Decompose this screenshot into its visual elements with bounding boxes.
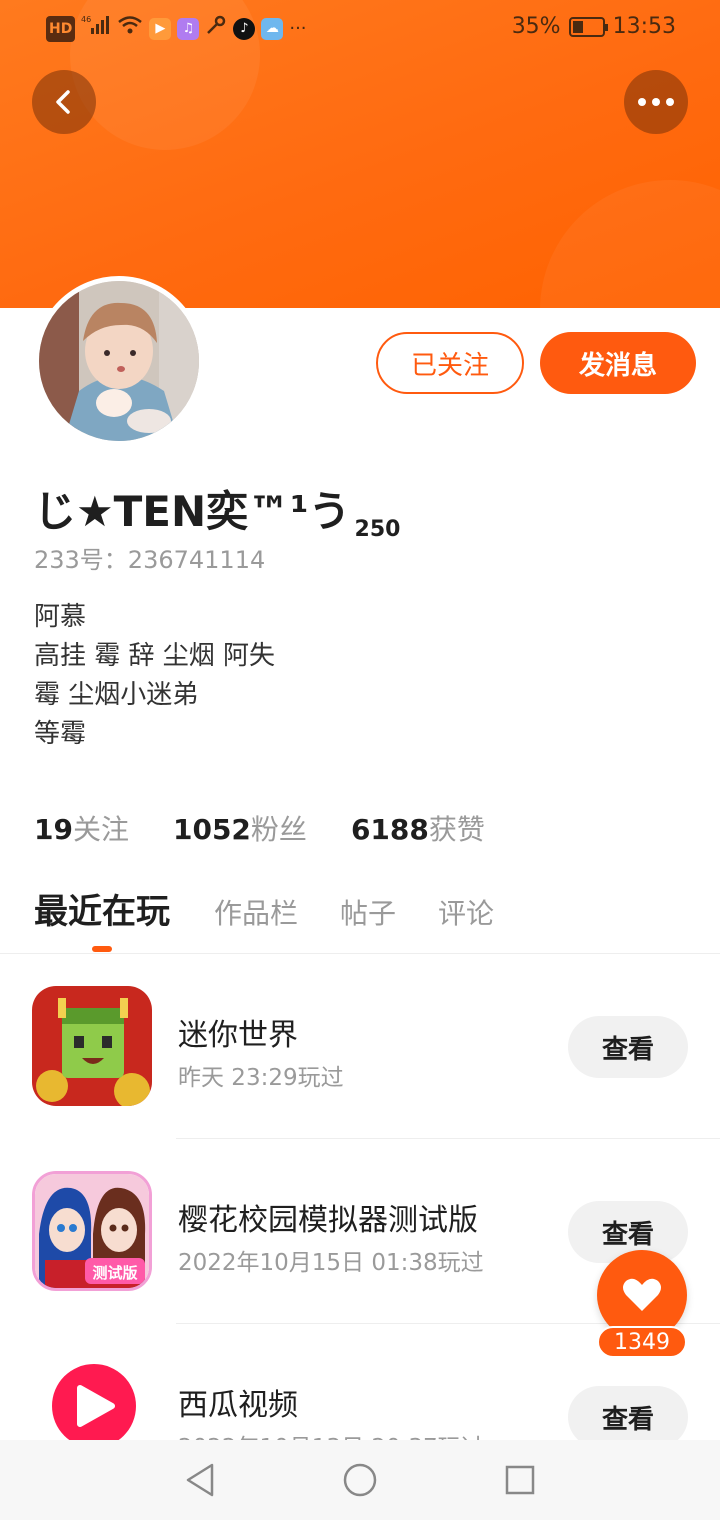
more-options-button[interactable]: [624, 70, 688, 134]
level-badge: 250: [354, 517, 401, 542]
game-name: 樱花校园模拟器测试版: [178, 1203, 478, 1238]
bio-line: 霉 尘烟小迷弟: [34, 680, 199, 710]
tab-works[interactable]: 作品栏: [214, 892, 298, 932]
bio-line: 等霉: [34, 719, 87, 749]
system-nav-bar: [0, 1440, 720, 1520]
chevron-left-icon: [56, 90, 70, 114]
weather-icon: ☁: [261, 18, 284, 40]
profile-stats: 19关注 1052粉丝 6188获赞: [34, 808, 485, 848]
signal-icon: 46: [81, 14, 111, 44]
tab-posts[interactable]: 帖子: [340, 892, 396, 932]
played-time: 2022年10月15日 01:38玩过: [178, 1250, 484, 1276]
battery-icon: [568, 16, 608, 37]
square-recent-icon[interactable]: [500, 1460, 540, 1500]
username-text: じ★TEN奕™¹う: [34, 487, 351, 536]
played-time: 昨天 23:29玩过: [178, 1065, 344, 1091]
triangle-back-icon[interactable]: [180, 1460, 220, 1500]
followed-button[interactable]: 已关注: [376, 332, 524, 394]
user-id: 233号：236741114: [34, 546, 266, 574]
tiktok-icon: ♪: [233, 18, 256, 40]
game-name: 西瓜视频: [178, 1388, 298, 1423]
tab-comments[interactable]: 评论: [438, 892, 494, 932]
status-bar: HD 46 ▶ ♫ ♪ ☁ ··· 35% 13:53: [0, 0, 720, 56]
clock: 13:53: [612, 14, 676, 39]
active-tab-indicator: [92, 946, 112, 952]
battery-percent: 35%: [511, 14, 561, 39]
wifi-icon: [117, 14, 143, 44]
video-app-icon: ▶: [149, 18, 172, 40]
svg-text:测试版: 测试版: [92, 1264, 137, 1282]
send-message-button[interactable]: 发消息: [540, 332, 696, 394]
list-item[interactable]: 迷你世界 昨天 23:29玩过 查看: [0, 954, 720, 1139]
profile-tabs: 最近在玩 作品栏 帖子 评论: [34, 884, 536, 933]
bio-line: 高挂 霉 辞 尘烟 阿失: [34, 641, 276, 671]
hd-indicator: HD: [46, 16, 76, 42]
heart-icon: [623, 1278, 661, 1311]
tab-recently-played[interactable]: 最近在玩: [34, 884, 170, 933]
bio: 阿慕 高挂 霉 辞 尘烟 阿失 霉 尘烟小迷弟 等霉: [34, 598, 275, 754]
view-button[interactable]: 查看: [568, 1386, 688, 1440]
back-button[interactable]: [32, 70, 96, 134]
view-button[interactable]: 查看: [568, 1016, 688, 1078]
avatar[interactable]: [34, 276, 204, 446]
xigua-video-icon: [32, 1356, 152, 1440]
stat-likes: 6188获赞: [350, 813, 485, 846]
game-name: 迷你世界: [178, 1018, 298, 1053]
circle-home-icon[interactable]: [340, 1460, 380, 1500]
bio-line: 阿慕: [34, 602, 87, 632]
music-app-icon: ♫: [177, 18, 200, 40]
username: じ★TEN奕™¹う 250: [34, 478, 400, 542]
more-notifications-icon: ···: [289, 18, 307, 39]
played-time: 2022年10月13日 20:37玩过: [178, 1428, 484, 1440]
stat-following[interactable]: 19关注: [34, 808, 129, 848]
mini-world-icon: [32, 986, 152, 1106]
key-icon: [205, 14, 227, 44]
more-dots-icon: [638, 98, 674, 106]
like-count: 1349: [597, 1326, 687, 1358]
svg-text:46: 46: [81, 15, 91, 24]
sakura-school-icon: 测试版: [32, 1171, 152, 1291]
stat-fans[interactable]: 1052粉丝: [173, 808, 307, 848]
